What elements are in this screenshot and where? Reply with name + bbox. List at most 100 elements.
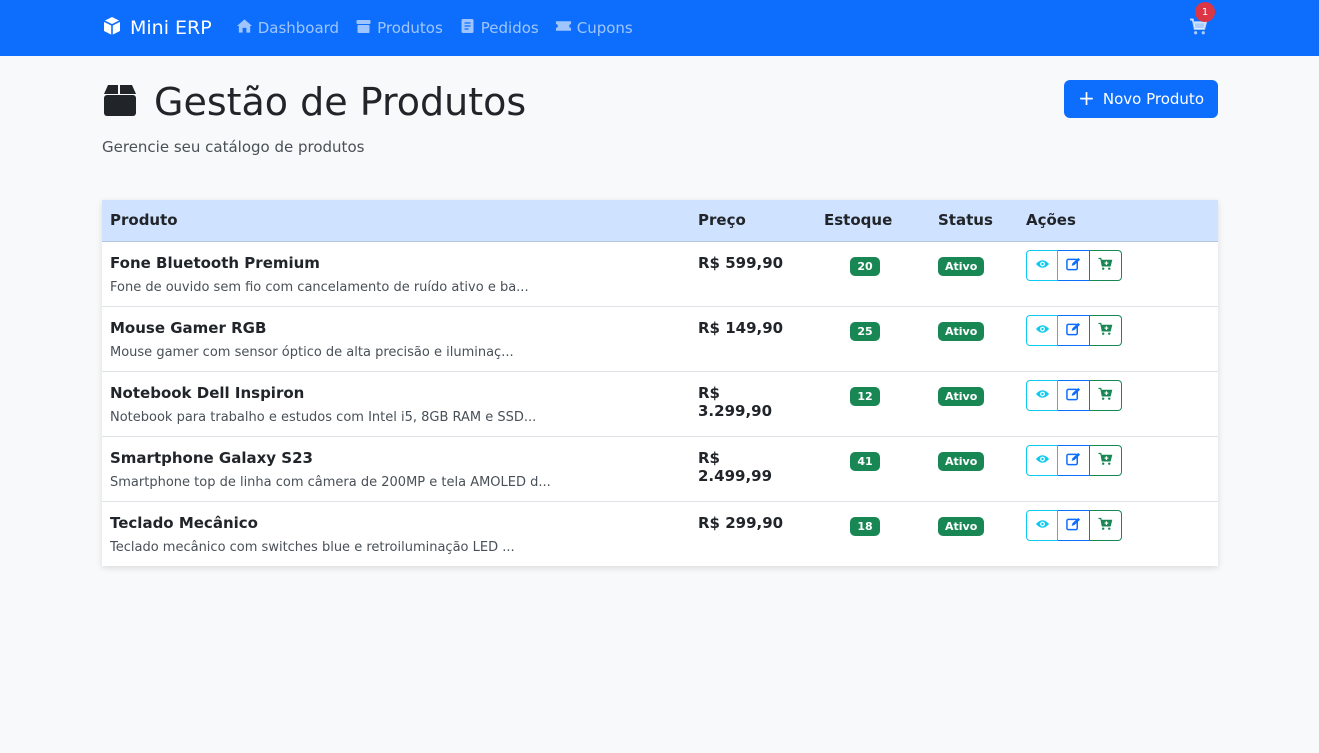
- eye-icon: [1035, 321, 1050, 340]
- edit-button[interactable]: [1058, 249, 1090, 281]
- product-price: R$ 299,90: [698, 513, 784, 532]
- product-price: R$ 2.499,99: [698, 448, 773, 485]
- product-cell: Notebook Dell Inspiron Notebook para tra…: [102, 371, 690, 437]
- product-cell: Teclado Mecânico Teclado mecânico com sw…: [102, 501, 690, 566]
- product-description: Notebook para trabalho e estudos com Int…: [110, 409, 537, 425]
- action-group: [1026, 314, 1210, 346]
- price-cell: R$ 2.499,99: [690, 436, 800, 502]
- add-to-cart-button[interactable]: [1090, 509, 1122, 541]
- status-cell: Ativo: [930, 306, 1018, 372]
- add-to-cart-button[interactable]: [1090, 379, 1122, 411]
- product-price: R$ 149,90: [698, 318, 784, 337]
- stock-cell: 41: [800, 436, 930, 502]
- edit-button[interactable]: [1058, 444, 1090, 476]
- new-product-label: Novo Produto: [1102, 90, 1204, 108]
- stock-cell: 20: [800, 241, 930, 307]
- product-description: Fone de ouvido sem fio com cancelamento …: [110, 279, 529, 295]
- shopping-cart-icon: [1189, 18, 1208, 40]
- nav-link-produtos[interactable]: Produtos: [355, 18, 443, 38]
- products-table: Produto Preço Estoque Status Ações Fone …: [102, 200, 1218, 566]
- cart-plus-icon: [1098, 256, 1113, 275]
- column-header-estoque: Estoque: [800, 200, 930, 242]
- view-button[interactable]: [1026, 314, 1058, 346]
- product-description: Teclado mecânico com switches blue e ret…: [110, 539, 515, 555]
- column-header-preco: Preço: [690, 200, 800, 242]
- view-button[interactable]: [1026, 444, 1058, 476]
- products-table-container: Produto Preço Estoque Status Ações Fone …: [102, 200, 1218, 566]
- stock-badge: 18: [850, 516, 880, 536]
- stock-badge: 20: [850, 256, 880, 276]
- price-cell: R$ 3.299,90: [690, 371, 800, 437]
- product-price: R$ 599,90: [698, 253, 784, 272]
- plus-icon: +: [1078, 86, 1095, 110]
- status-badge: Ativo: [938, 451, 985, 471]
- eye-icon: [1035, 386, 1050, 405]
- product-description: Mouse gamer com sensor óptico de alta pr…: [110, 344, 514, 360]
- status-cell: Ativo: [930, 501, 1018, 566]
- stock-badge: 41: [850, 451, 880, 471]
- action-group: [1026, 379, 1210, 411]
- column-header-produto: Produto: [102, 200, 690, 242]
- nav-link-pedidos[interactable]: Pedidos: [459, 18, 539, 38]
- ticket-icon: [555, 18, 572, 38]
- edit-button[interactable]: [1058, 314, 1090, 346]
- actions-cell: [1018, 436, 1218, 502]
- home-icon: [236, 18, 253, 38]
- action-group: [1026, 249, 1210, 281]
- product-name: Notebook Dell Inspiron: [110, 383, 305, 402]
- status-badge: Ativo: [938, 516, 985, 536]
- column-header-acoes: Ações: [1018, 200, 1218, 242]
- edit-icon: [1066, 256, 1081, 275]
- actions-cell: [1018, 371, 1218, 437]
- action-group: [1026, 444, 1210, 476]
- edit-icon: [1066, 386, 1081, 405]
- price-cell: R$ 299,90: [690, 501, 800, 566]
- product-cell: Mouse Gamer RGB Mouse gamer com sensor ó…: [102, 306, 690, 372]
- table-header: Produto Preço Estoque Status Ações: [102, 200, 1218, 242]
- nav-link-dashboard[interactable]: Dashboard: [236, 18, 339, 38]
- status-badge: Ativo: [938, 256, 985, 276]
- view-button[interactable]: [1026, 509, 1058, 541]
- actions-cell: [1018, 241, 1218, 307]
- edit-button[interactable]: [1058, 509, 1090, 541]
- new-product-button[interactable]: + Novo Produto: [1064, 80, 1218, 118]
- product-cell: Smartphone Galaxy S23 Smartphone top de …: [102, 436, 690, 502]
- add-to-cart-button[interactable]: [1090, 249, 1122, 281]
- view-button[interactable]: [1026, 249, 1058, 281]
- price-cell: R$ 599,90: [690, 241, 800, 307]
- actions-cell: [1018, 501, 1218, 566]
- table-row: Smartphone Galaxy S23 Smartphone top de …: [102, 436, 1218, 502]
- table-row: Teclado Mecânico Teclado mecânico com sw…: [102, 501, 1218, 566]
- status-badge: Ativo: [938, 386, 985, 406]
- status-cell: Ativo: [930, 371, 1018, 437]
- cart-plus-icon: [1098, 321, 1113, 340]
- nav-links: Dashboard Produtos Pedidos Cupons: [236, 18, 633, 38]
- eye-icon: [1035, 516, 1050, 535]
- stock-badge: 12: [850, 386, 880, 406]
- brand[interactable]: Mini ERP: [102, 16, 212, 41]
- edit-button[interactable]: [1058, 379, 1090, 411]
- brand-name: Mini ERP: [130, 17, 212, 39]
- stock-cell: 25: [800, 306, 930, 372]
- nav-link-cupons[interactable]: Cupons: [555, 18, 633, 38]
- status-cell: Ativo: [930, 241, 1018, 307]
- product-description: Smartphone top de linha com câmera de 20…: [110, 474, 551, 490]
- navbar: Mini ERP Dashboard Produtos Pedidos Cupo…: [0, 0, 1319, 56]
- stock-cell: 18: [800, 501, 930, 566]
- actions-cell: [1018, 306, 1218, 372]
- box-icon: [102, 83, 138, 121]
- page-title: Gestão de Produtos: [154, 80, 527, 124]
- nav-link-label: Pedidos: [480, 19, 539, 37]
- status-badge: Ativo: [938, 321, 985, 341]
- view-button[interactable]: [1026, 379, 1058, 411]
- title-row: Gestão de Produtos: [102, 80, 1217, 124]
- product-price: R$ 3.299,90: [698, 383, 773, 420]
- table-row: Fone Bluetooth Premium Fone de ouvido se…: [102, 241, 1218, 307]
- add-to-cart-button[interactable]: [1090, 314, 1122, 346]
- document-icon: [459, 18, 476, 38]
- table-body: Fone Bluetooth Premium Fone de ouvido se…: [102, 241, 1218, 566]
- cart-plus-icon: [1098, 451, 1113, 470]
- add-to-cart-button[interactable]: [1090, 444, 1122, 476]
- cart-button[interactable]: 1: [1189, 2, 1215, 40]
- product-name: Teclado Mecânico: [110, 513, 258, 532]
